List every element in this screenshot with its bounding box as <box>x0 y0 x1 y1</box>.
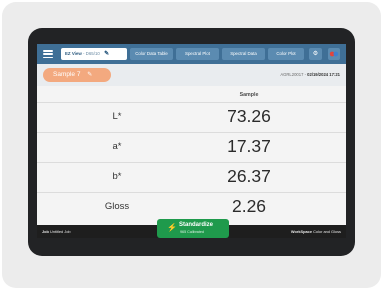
job-label: Job <box>42 229 49 234</box>
tab-label: EZ View <box>65 51 82 56</box>
sample-datetime: 02/19/2024 17:21 <box>307 72 340 77</box>
table-row: b* 26.37 <box>37 162 346 190</box>
grid-settings-icon[interactable]: ⚙ <box>309 48 322 60</box>
color-palette-icon[interactable] <box>328 48 340 60</box>
standardize-button[interactable]: ⚡ Standardize 965 Calibrated <box>157 219 229 238</box>
tab-label: Color Data Table <box>135 51 168 56</box>
row-value: 26.37 <box>227 166 271 186</box>
workspace-label: WorkSpace <box>290 229 312 234</box>
tab-label: Spectral Data <box>230 51 257 56</box>
row-value: 17.37 <box>227 136 271 156</box>
sample-name-pill[interactable]: Sample 7 ✎ <box>43 68 111 82</box>
job-value: Untitled Job <box>50 229 71 234</box>
row-label: b* <box>112 171 122 182</box>
sample-meta: AGRL20017 - 02/19/2024 17:21 <box>280 72 340 77</box>
app-screen: EZ View - D65/10 ✎ Color Data Table Spec… <box>37 44 346 238</box>
tab-label: Spectral Plot <box>185 51 210 56</box>
tab-color-data-table[interactable]: Color Data Table <box>130 48 173 60</box>
tab-spectral-plot[interactable]: Spectral Plot <box>176 48 219 60</box>
tab-ez-view[interactable]: EZ View - D65/10 ✎ <box>61 48 127 60</box>
hamburger-menu-icon[interactable] <box>43 50 53 59</box>
sample-name: Sample 7 <box>53 71 81 78</box>
row-value: 2.26 <box>231 196 267 216</box>
sample-header: Sample 7 ✎ AGRL20017 - 02/19/2024 17:21 <box>37 64 346 86</box>
standardize-status: 965 Calibrated <box>180 230 204 234</box>
tab-color-plot[interactable]: Color Plot <box>268 48 304 60</box>
table-row: L* 73.26 <box>37 102 346 130</box>
table-row: Gloss 2.26 <box>37 192 346 220</box>
tab-spectral-data[interactable]: Spectral Data <box>222 48 265 60</box>
tab-label: Color Plot <box>276 51 296 56</box>
sample-serial: AGRL20017 <box>280 72 304 77</box>
pencil-icon[interactable]: ✎ <box>87 68 92 82</box>
row-label: a* <box>112 141 122 152</box>
tab-sublabel: - D65/10 <box>83 51 100 56</box>
lightning-bolt-icon: ⚡ <box>167 223 177 232</box>
row-value: 73.26 <box>227 106 271 126</box>
row-label: Gloss <box>104 201 130 212</box>
table-row: a* 17.37 <box>37 132 346 160</box>
pencil-icon[interactable]: ✎ <box>104 48 109 60</box>
standardize-label: Standardize <box>179 222 214 228</box>
workspace-info: WorkSpace Color and Gloss <box>291 225 341 238</box>
workspace-value: Color and Gloss <box>313 229 341 234</box>
row-label: L* <box>112 111 122 122</box>
tab-bar: EZ View - D65/10 ✎ Color Data Table Spec… <box>37 44 346 64</box>
column-header-sample: Sample <box>239 92 259 98</box>
job-info: Job Untitled Job <box>42 225 71 238</box>
